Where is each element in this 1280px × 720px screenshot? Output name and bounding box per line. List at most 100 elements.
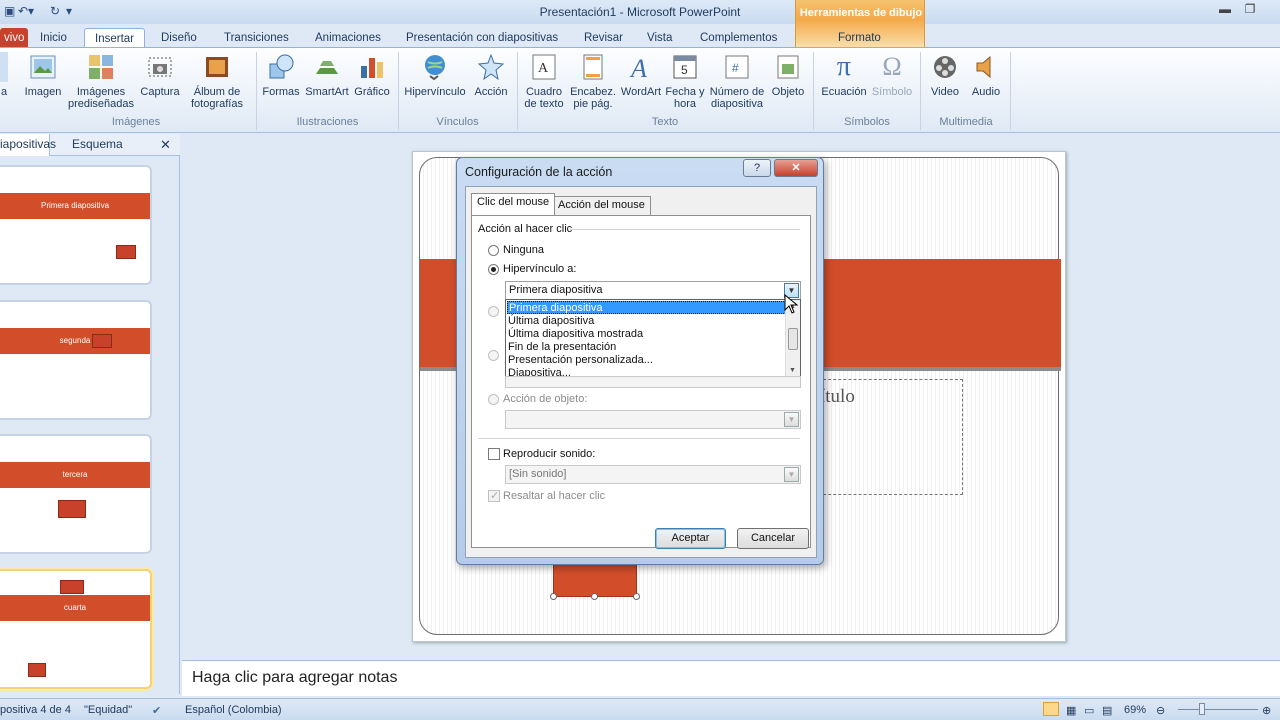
slide-thumb-2[interactable]: segunda (0, 300, 152, 420)
list-item[interactable]: Presentación personalizada... (507, 354, 786, 367)
close-button[interactable]: ✕ (774, 159, 818, 177)
window-title: Presentación1 - Microsoft PowerPoint (539, 5, 741, 19)
chart-button[interactable]: Gráfico (351, 52, 393, 98)
tab-complementos[interactable]: Complementos (690, 28, 787, 48)
radio-object-action[interactable] (488, 394, 499, 405)
close-icon[interactable]: ✕ (160, 137, 171, 153)
tab-formato[interactable]: Formato (828, 28, 891, 48)
tab-animaciones[interactable]: Animaciones (305, 28, 391, 48)
smartart-button[interactable]: SmartArt (303, 52, 351, 98)
date-time-button[interactable]: 5 Fecha y hora (665, 52, 705, 110)
equation-button[interactable]: π Ecuación (818, 52, 870, 99)
radio-run-program[interactable] (488, 306, 499, 317)
zoom-in-icon[interactable]: ⊕ (1262, 704, 1271, 717)
program-field[interactable] (505, 376, 801, 388)
object-button[interactable]: Objeto (768, 52, 808, 98)
textbox-icon: A (532, 54, 556, 80)
tab-presentacion[interactable]: Presentación con diapositivas (396, 28, 568, 48)
group-imagenes: Imágenes (111, 116, 161, 128)
photo-album-icon (206, 57, 228, 77)
symbol-button[interactable]: Ω Símbolo (870, 52, 914, 98)
language[interactable]: Español (Colombia) (185, 704, 282, 716)
scroll-down-icon[interactable]: ▼ (789, 367, 796, 374)
chevron-down-icon[interactable]: ▼ (784, 467, 799, 482)
resize-handle[interactable] (591, 593, 598, 600)
list-item[interactable]: Última diapositiva mostrada (507, 328, 786, 341)
screenshot-label: Captura (140, 86, 180, 98)
clipart-button[interactable]: Imágenes prediseñadas (66, 52, 136, 110)
notes-pane[interactable]: Haga clic para agregar notas (182, 660, 1280, 696)
chevron-down-icon[interactable]: ▼ (784, 412, 799, 427)
mouse-cursor-icon (784, 294, 798, 314)
tab-vista[interactable]: Vista (637, 28, 682, 48)
tab-transiciones[interactable]: Transiciones (214, 28, 299, 48)
object-action-combo[interactable]: ▼ (505, 410, 801, 429)
hyperlink-dropdown-list[interactable]: Primera diapositiva Última diapositiva Ú… (505, 299, 801, 380)
textbox-button[interactable]: A Cuadro de texto (520, 52, 568, 110)
end-action-icon (58, 500, 86, 518)
shapes-label: Formas (262, 86, 300, 98)
ok-button[interactable]: Aceptar (655, 528, 726, 549)
header-footer-button[interactable]: Encabez. pie pág. (569, 52, 617, 110)
tab-insertar[interactable]: Insertar (84, 28, 145, 48)
hyperlink-combo[interactable]: Primera diapositiva ▼ (505, 281, 801, 300)
action-button-shape[interactable] (553, 563, 637, 597)
tab-slides[interactable]: iapositivas (0, 137, 56, 151)
svg-text:A: A (538, 61, 549, 76)
tab-diseno[interactable]: Diseño (151, 28, 207, 48)
audio-button[interactable]: Audio (966, 52, 1006, 98)
tab-mouse-click[interactable]: Clic del mouse (471, 193, 556, 215)
slide-number-button[interactable]: # Número de diapositiva (707, 52, 767, 110)
table-button[interactable]: a (0, 52, 8, 98)
tab-outline[interactable]: Esquema (72, 137, 123, 151)
omega-icon: Ω (882, 52, 902, 81)
wordart-button[interactable]: A WordArt (618, 52, 664, 98)
thumb-band: tercera (0, 462, 150, 488)
resize-handle[interactable] (550, 593, 557, 600)
highlight-checkbox[interactable] (488, 489, 500, 502)
hyperlink-icon (425, 55, 445, 81)
image-button[interactable]: Imagen (22, 52, 64, 98)
tab-revisar[interactable]: Revisar (574, 28, 633, 48)
restore-icon[interactable]: ❐ (1235, 0, 1265, 18)
tab-mouse-over[interactable]: Acción del mouse (552, 196, 651, 215)
resize-handle[interactable] (633, 593, 640, 600)
zoom-level[interactable]: 69% (1124, 704, 1146, 716)
panel-tabs: iapositivas Esquema ✕ (0, 134, 180, 156)
tab-inicio[interactable]: Inicio (30, 28, 77, 48)
tab-file[interactable]: vivo (0, 28, 29, 48)
radio-run-macro[interactable] (488, 350, 499, 361)
screenshot-button[interactable]: Captura (137, 52, 183, 98)
action-button[interactable]: Acción (470, 52, 512, 98)
list-item[interactable]: Fin de la presentación (507, 341, 786, 354)
sound-combo[interactable]: [Sin sonido] ▼ (505, 465, 801, 484)
play-sound-checkbox[interactable] (488, 448, 500, 460)
header-footer-label: Encabez. pie pág. (570, 86, 616, 110)
video-button[interactable]: Video (926, 52, 964, 98)
zoom-slider[interactable] (1178, 709, 1258, 710)
slide-thumb-4[interactable]: cuarta (0, 569, 152, 689)
hyperlink-button[interactable]: Hipervínculo (402, 52, 468, 98)
photo-album-button[interactable]: Álbum de fotografías (184, 52, 250, 110)
slideshow-view-icon[interactable]: ▤ (1102, 704, 1112, 717)
normal-view-icon[interactable] (1043, 702, 1059, 716)
zoom-out-icon[interactable]: ⊖ (1156, 704, 1165, 717)
slide-thumb-1[interactable]: Primera diapositiva (0, 165, 152, 285)
list-item[interactable]: Última diapositiva (507, 315, 786, 328)
radio-none[interactable] (488, 245, 499, 256)
slide-thumb-3[interactable]: tercera (0, 434, 152, 554)
context-title: Herramientas de dibujo (799, 7, 923, 19)
action-icon (477, 53, 505, 81)
scroll-thumb[interactable] (788, 328, 798, 350)
spellcheck-icon[interactable]: ✔ (152, 704, 161, 717)
list-item[interactable]: Primera diapositiva (507, 301, 786, 314)
sorter-view-icon[interactable]: ▦ (1066, 704, 1076, 717)
cancel-button[interactable]: Cancelar (737, 528, 809, 549)
hyperlink-label: Hipervínculo (404, 86, 466, 98)
shapes-button[interactable]: Formas (260, 52, 302, 98)
image-label: Imagen (24, 86, 62, 98)
help-button[interactable]: ? (743, 159, 771, 177)
zoom-thumb[interactable] (1199, 703, 1205, 715)
radio-hyperlink[interactable] (488, 264, 499, 275)
reading-view-icon[interactable]: ▭ (1084, 704, 1094, 717)
